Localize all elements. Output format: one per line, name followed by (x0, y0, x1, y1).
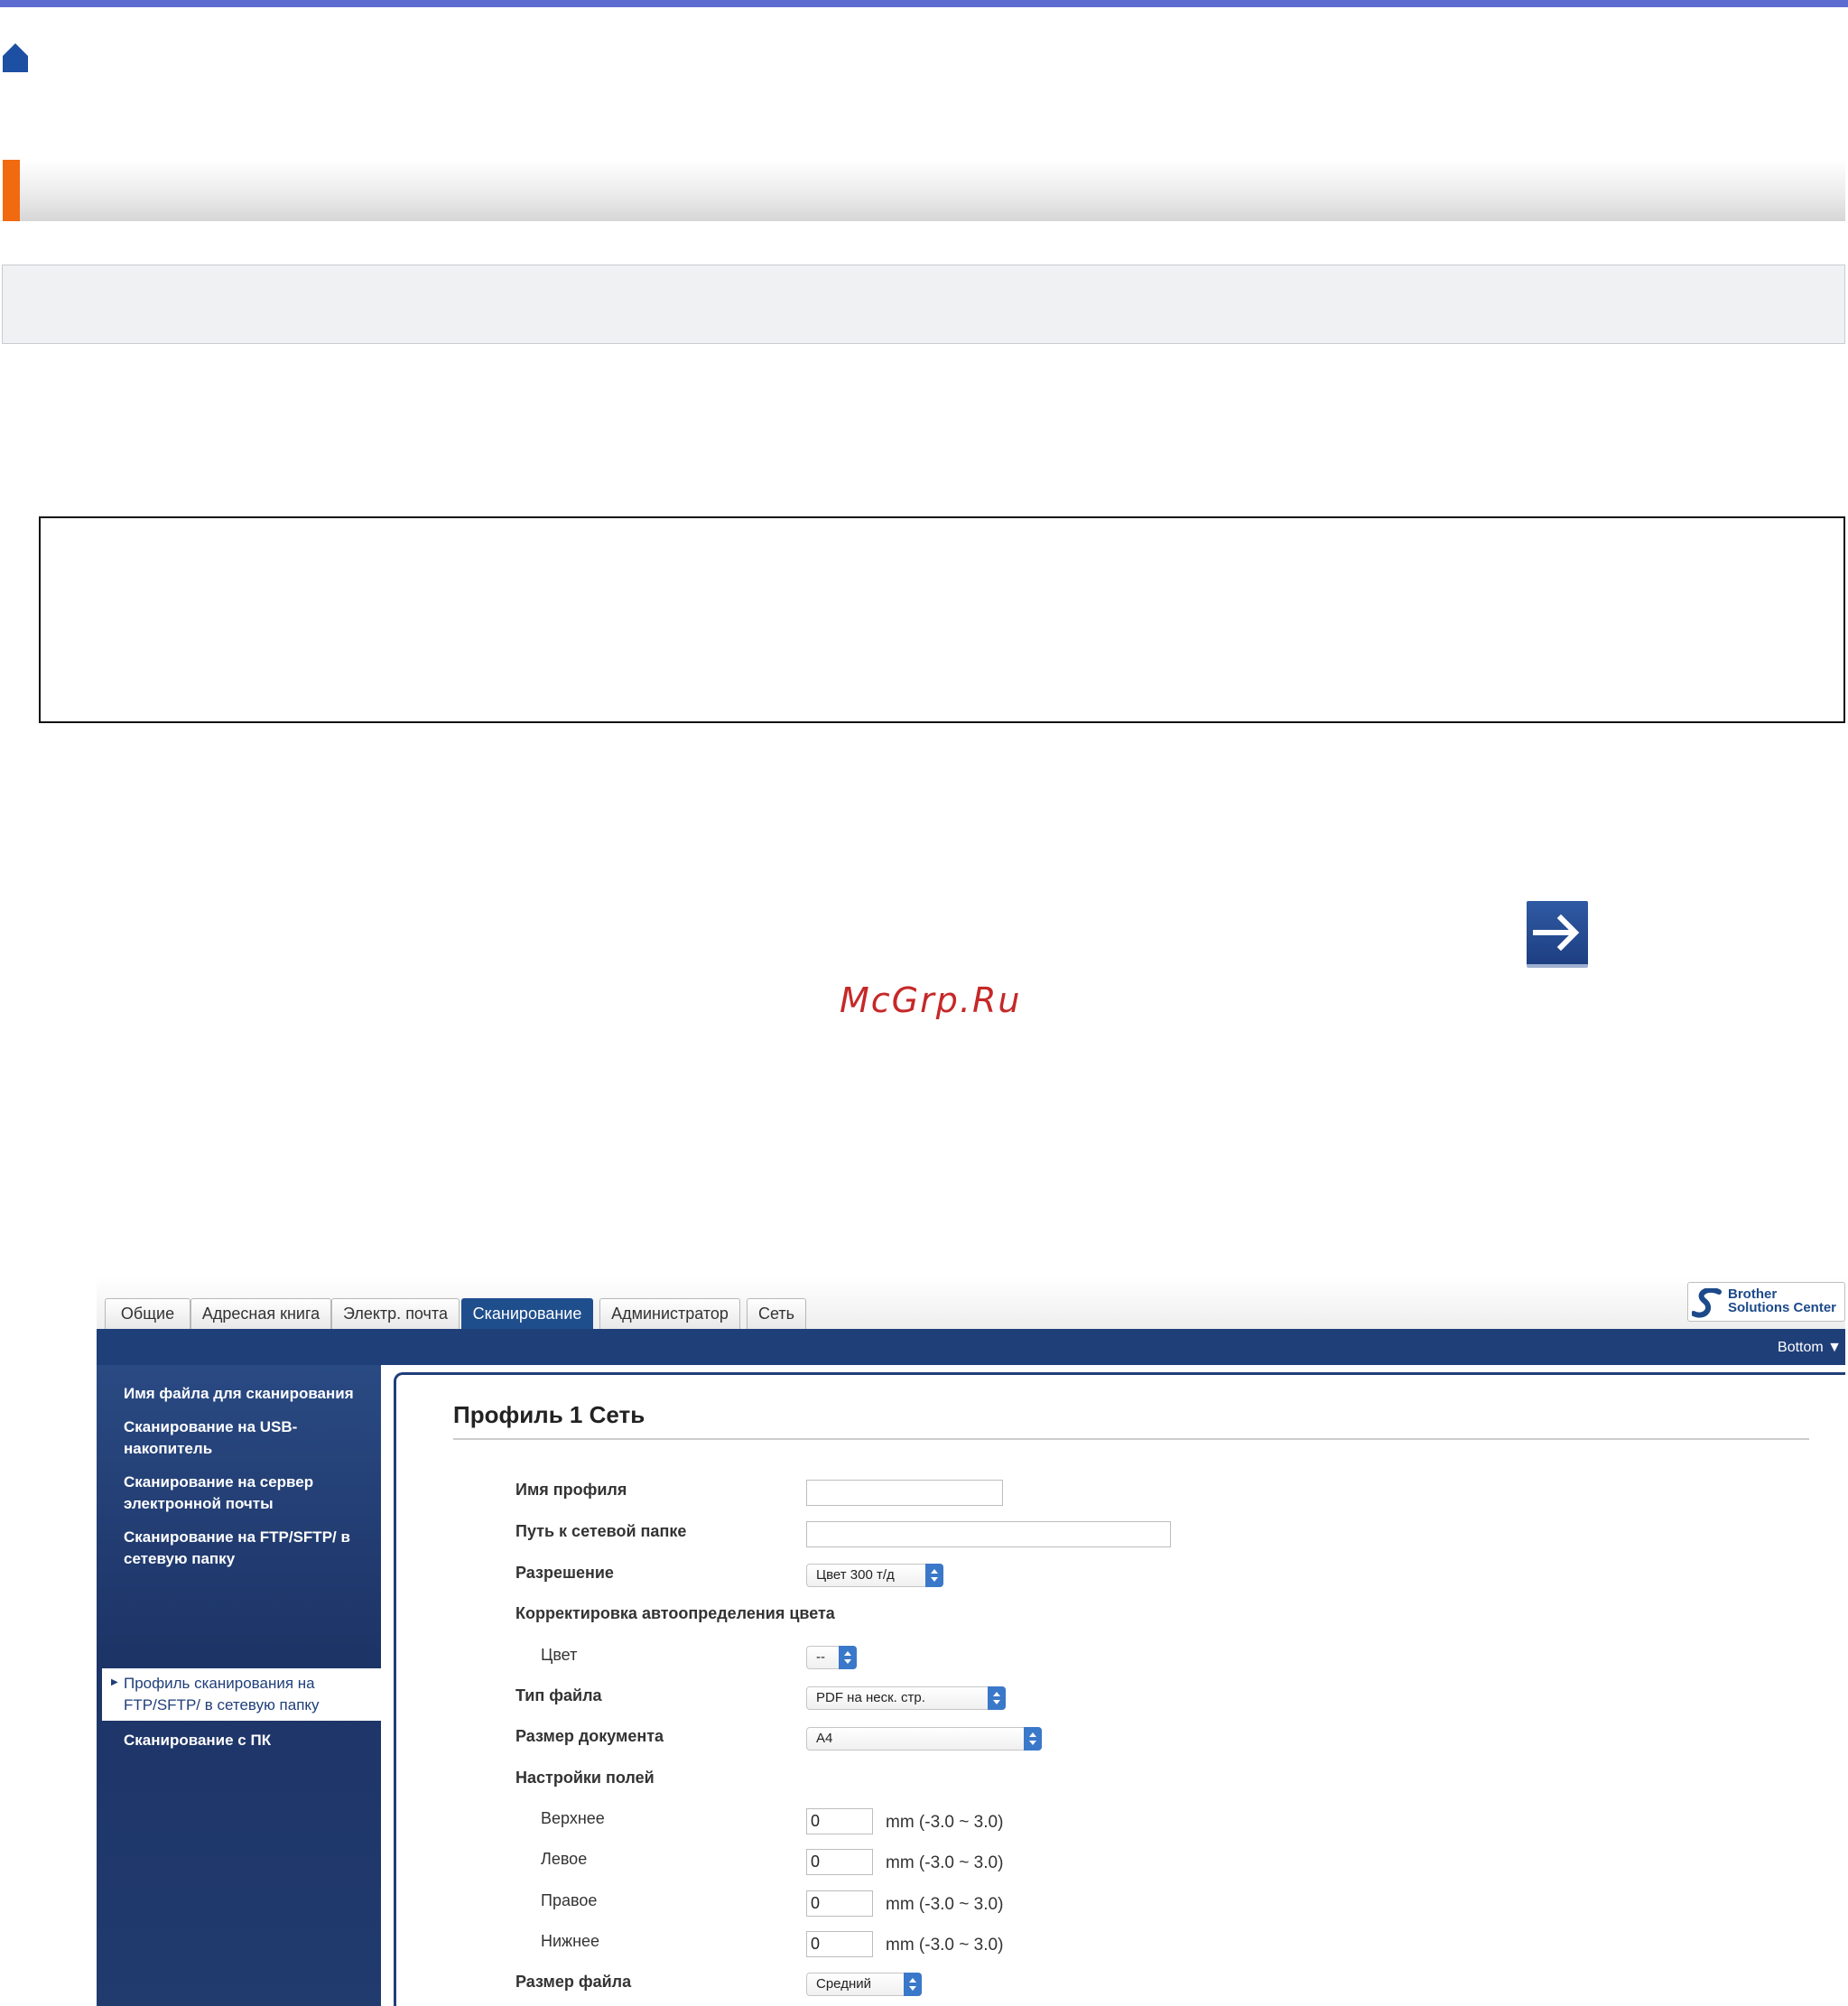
color-value: -- (816, 1649, 825, 1665)
resolution-value: Цвет 300 т/д (816, 1567, 895, 1583)
blue-header-strip (97, 1329, 1845, 1365)
bottom-link[interactable]: Bottom ▼ (1778, 1340, 1842, 1356)
note-box (39, 516, 1845, 723)
web-ui-screenshot: Общие Адресная книга Электр. почта Скани… (97, 1277, 1845, 2006)
document-size-label: Размер документа (515, 1727, 664, 1745)
select-arrows-icon (925, 1564, 943, 1587)
sidebar-item-scan-usb[interactable]: Сканирование на USB-накопитель (124, 1416, 331, 1460)
margin-right-label: Правое (541, 1891, 598, 1909)
color-select[interactable]: -- (806, 1646, 857, 1669)
profile-name-label: Имя профиля (515, 1481, 627, 1499)
color-label: Цвет (541, 1646, 578, 1664)
brother-solutions-center-logo[interactable]: Brother Solutions Center (1687, 1282, 1845, 1322)
section-header-bar (3, 160, 1845, 221)
margin-right-input[interactable]: 0 (806, 1890, 873, 1917)
auto-color-label: Корректировка автоопределения цвета (515, 1604, 835, 1622)
sidebar-item-label: Профиль сканирования на FTP/SFTP/ в сете… (124, 1675, 320, 1713)
network-path-label: Путь к сетевой папке (515, 1522, 687, 1540)
margin-top-unit: mm (-3.0 ~ 3.0) (886, 1813, 1004, 1832)
logo-text-line2: Solutions Center (1728, 1300, 1837, 1315)
sidebar-item-scan-ftp-profile[interactable]: ▶ Профиль сканирования на FTP/SFTP/ в се… (102, 1668, 381, 1721)
file-type-value: PDF на неск. стр. (816, 1690, 925, 1705)
next-page-button[interactable] (1527, 901, 1588, 968)
resolution-select[interactable]: Цвет 300 т/д (806, 1564, 943, 1587)
network-path-input[interactable] (806, 1521, 1171, 1547)
margin-bottom-label: Нижнее (541, 1932, 600, 1950)
file-size-value: Средний (816, 1976, 871, 1992)
select-arrows-icon (904, 1973, 922, 1996)
margin-top-label: Верхнее (541, 1809, 605, 1827)
title-divider (453, 1438, 1809, 1440)
margin-left-label: Левое (541, 1850, 588, 1868)
sidebar-item-scan-pc[interactable]: Сканирование с ПК (124, 1730, 367, 1751)
sidebar-item-scan-email-server[interactable]: Сканирование на сервер электронной почты (124, 1472, 340, 1515)
main-panel (394, 1372, 1845, 2006)
margin-right-unit: mm (-3.0 ~ 3.0) (886, 1895, 1004, 1914)
file-size-select[interactable]: Средний (806, 1973, 922, 1996)
resolution-label: Разрешение (515, 1564, 614, 1582)
tab-address-book[interactable]: Адресная книга (190, 1298, 331, 1329)
file-type-label: Тип файла (515, 1686, 602, 1704)
tab-email[interactable]: Электр. почта (331, 1298, 460, 1329)
select-arrows-icon (988, 1686, 1006, 1710)
arrow-right-icon (1533, 914, 1580, 952)
tab-network[interactable]: Сеть (747, 1298, 806, 1329)
section-accent (3, 160, 20, 221)
document-size-value: A4 (816, 1731, 833, 1746)
profile-name-input[interactable] (806, 1480, 1003, 1506)
select-arrows-icon (1024, 1727, 1042, 1751)
margin-left-input[interactable]: 0 (806, 1849, 873, 1875)
select-arrows-icon (839, 1646, 857, 1669)
tab-general[interactable]: Общие (105, 1298, 190, 1329)
active-marker-icon: ▶ (111, 1677, 118, 1687)
brother-logo-icon (1692, 1288, 1722, 1318)
tab-administrator[interactable]: Администратор (599, 1298, 740, 1329)
tab-scan[interactable]: Сканирование (461, 1298, 593, 1329)
watermark: McGrp.Ru (840, 980, 1022, 1020)
tab-bar: Общие Адресная книга Электр. почта Скани… (97, 1277, 1845, 1329)
file-type-select[interactable]: PDF на неск. стр. (806, 1686, 1006, 1710)
sidebar-item-scan-filename[interactable]: Имя файла для сканирования (124, 1383, 367, 1405)
document-size-select[interactable]: A4 (806, 1727, 1042, 1751)
margin-bottom-unit: mm (-3.0 ~ 3.0) (886, 1936, 1004, 1955)
margin-bottom-input[interactable]: 0 (806, 1931, 873, 1957)
home-icon[interactable] (2, 42, 29, 73)
info-box (2, 265, 1845, 344)
page-title: Профиль 1 Сеть (453, 1401, 645, 1428)
top-rule (0, 0, 1848, 7)
margin-left-unit: mm (-3.0 ~ 3.0) (886, 1853, 1004, 1872)
margin-top-input[interactable]: 0 (806, 1808, 873, 1834)
file-size-label: Размер файла (515, 1973, 632, 1991)
sidebar: Имя файла для сканирования Сканирование … (97, 1365, 381, 2006)
sidebar-item-scan-ftp[interactable]: Сканирование на FTP/SFTP/ в сетевую папк… (124, 1527, 367, 1570)
margins-label: Настройки полей (515, 1769, 655, 1787)
